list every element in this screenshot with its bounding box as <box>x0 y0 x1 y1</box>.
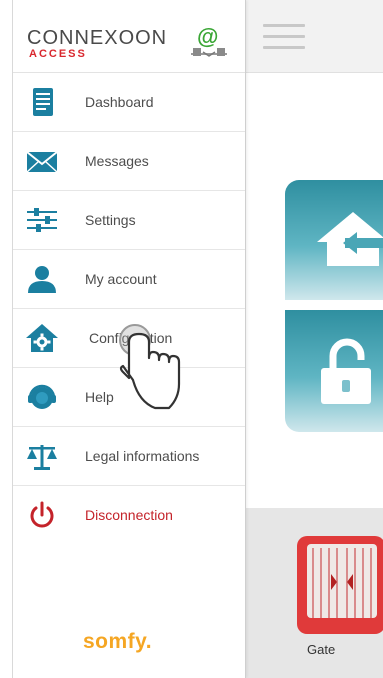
sliders-icon <box>27 208 57 232</box>
menu-item-legal-informations[interactable]: Legal informations <box>13 427 245 486</box>
menu-item-settings[interactable]: Settings <box>13 191 245 250</box>
user-icon <box>28 266 56 293</box>
house-arrow-icon <box>317 212 383 266</box>
power-icon <box>30 501 54 528</box>
house-gear-icon <box>26 324 58 352</box>
open-lock-icon <box>321 338 371 404</box>
menu-label-help: Help <box>85 389 114 405</box>
scales-icon <box>27 445 57 470</box>
hamburger-menu-icon[interactable] <box>263 24 305 50</box>
headset-icon <box>28 384 56 409</box>
unlock-tile[interactable] <box>285 310 383 432</box>
menu-label-my-account: My account <box>85 271 157 287</box>
tap-pointer-icon <box>119 324 181 410</box>
gate-device-card[interactable] <box>297 536 383 634</box>
menu-item-dashboard[interactable]: Dashboard <box>13 73 245 132</box>
home-arrival-tile[interactable] <box>285 180 383 300</box>
menu-label-settings: Settings <box>85 212 136 228</box>
brand-header: CONNEXOON ACCESS @ <box>13 0 245 73</box>
app-screen: Gate CONNEXOON ACCESS @ Dashboard Messag… <box>12 0 383 678</box>
somfy-logo: somfy. <box>83 630 153 653</box>
top-bar <box>245 0 383 73</box>
dashboard-icon <box>33 88 53 116</box>
main-content: Gate <box>245 0 383 678</box>
envelope-icon <box>26 151 58 173</box>
brand-name: CONNEXOON <box>27 27 168 49</box>
drawer-menu: Dashboard Messages Settings My account H… <box>13 73 245 544</box>
brand-subtitle: ACCESS <box>29 48 87 60</box>
gate-icon <box>312 548 372 618</box>
menu-label-messages: Messages <box>85 153 149 169</box>
menu-item-my-account[interactable]: My account <box>13 250 245 309</box>
at-connection-icon: @ <box>191 24 227 57</box>
menu-label-disconnection: Disconnection <box>85 507 173 523</box>
menu-label-dashboard: Dashboard <box>85 94 154 110</box>
menu-item-messages[interactable]: Messages <box>13 132 245 191</box>
menu-label-legal-informations: Legal informations <box>85 448 200 464</box>
gate-label: Gate <box>307 642 336 657</box>
menu-item-disconnection[interactable]: Disconnection <box>13 486 245 544</box>
svg-text:@: @ <box>197 24 218 49</box>
